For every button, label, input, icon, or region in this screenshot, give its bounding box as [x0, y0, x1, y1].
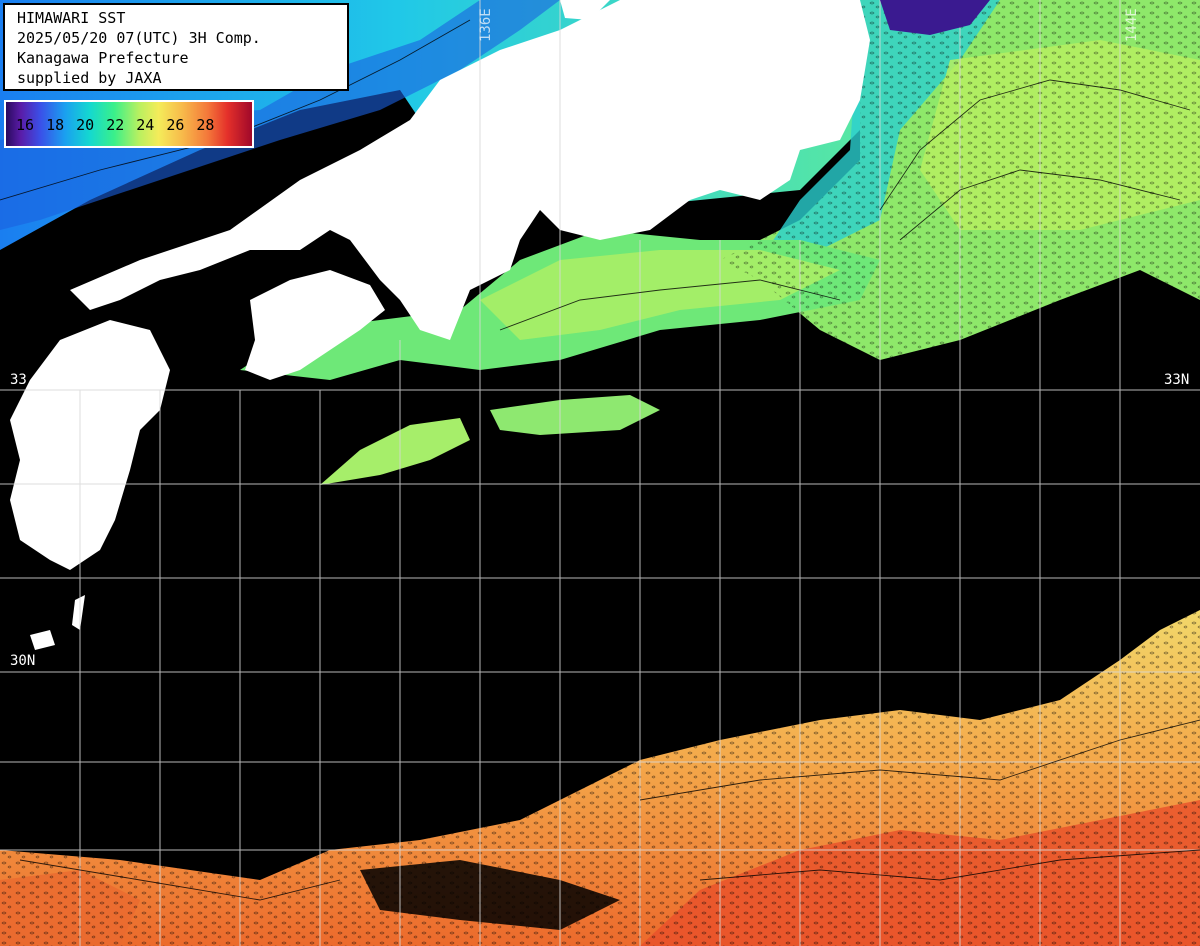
info-box: HIMAWARI SST 2025/05/20 07(UTC) 3H Comp.… — [3, 3, 349, 91]
color-scale-labels: 16 18 20 22 24 26 28 — [16, 116, 214, 134]
info-datetime: 2025/05/20 07(UTC) 3H Comp. — [17, 29, 261, 47]
lat-label-33: 33 — [10, 372, 27, 388]
lon-label-144e: 144E — [1124, 8, 1140, 42]
color-scale: 16 18 20 22 24 26 28 — [4, 100, 254, 148]
info-title: HIMAWARI SST — [17, 9, 126, 27]
lat-label-33n: 33N — [1164, 372, 1190, 388]
scale-tick: 24 — [136, 116, 155, 134]
lat-label-30n: 30N — [10, 653, 36, 669]
scale-tick: 16 — [16, 116, 35, 134]
lon-label-136e: 136E — [478, 8, 494, 42]
scale-tick: 22 — [106, 116, 125, 134]
info-provider-prefecture: Kanagawa Prefecture — [17, 49, 189, 67]
scale-tick: 20 — [76, 116, 95, 134]
scale-tick: 18 — [46, 116, 65, 134]
scale-tick: 28 — [196, 116, 215, 134]
info-supplier: supplied by JAXA — [17, 69, 162, 87]
scale-tick: 26 — [166, 116, 185, 134]
